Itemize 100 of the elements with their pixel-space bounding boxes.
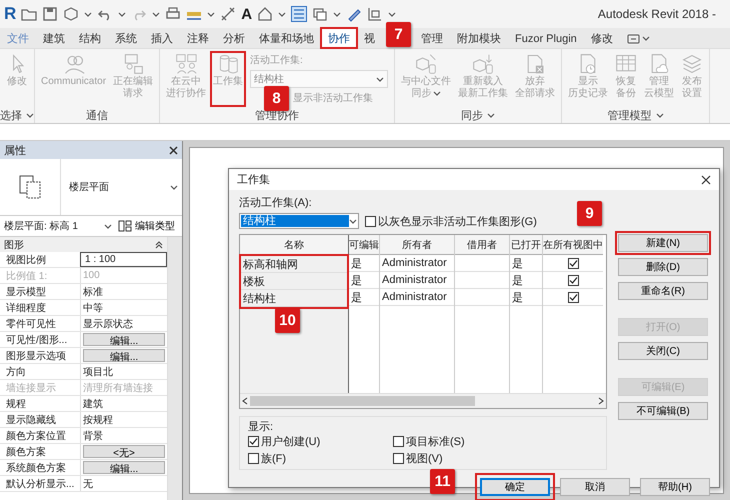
- table-cell: Administrator: [380, 255, 454, 272]
- ribbon-tab[interactable]: 分析: [216, 28, 252, 48]
- dialog-button[interactable]: 重命名(R): [618, 282, 708, 300]
- checkbox-label: 显示非活动工作集: [293, 92, 374, 105]
- edit-button[interactable]: 编辑...: [83, 349, 165, 362]
- checkbox[interactable]: [248, 453, 259, 464]
- property-name: 详细程度: [5, 302, 47, 315]
- checkbox[interactable]: [365, 216, 376, 226]
- ribbon-tab[interactable]: 插入: [144, 28, 180, 48]
- panel-title-button[interactable]: 通信: [86, 108, 108, 122]
- property-name: 比例值 1:: [5, 270, 48, 283]
- callout-badge: 8: [264, 86, 290, 111]
- table-cell: 是: [349, 272, 379, 289]
- column-header[interactable]: 已打开: [510, 235, 542, 255]
- panel-title-button[interactable]: 管理模型: [608, 108, 664, 122]
- two-people-icon: [62, 53, 85, 75]
- ribbon-tab[interactable]: 视: [357, 28, 382, 48]
- people-monitor-icon: [175, 53, 198, 75]
- windows-icon[interactable]: [312, 6, 328, 22]
- column-header[interactable]: 名称: [240, 235, 348, 255]
- floor-plan-icon: [18, 174, 42, 200]
- panel-title-button[interactable]: 同步: [461, 108, 496, 122]
- panel-title: 属性: [4, 144, 26, 158]
- ribbon-tab[interactable]: 建筑: [36, 28, 72, 48]
- dialog-button[interactable]: 不可编辑(B): [618, 402, 708, 420]
- panel-title-button[interactable]: 选择: [0, 108, 34, 122]
- text-tool-button[interactable]: A: [241, 6, 252, 22]
- ribbon-tab[interactable]: 协作: [321, 28, 357, 48]
- ribbon-tab[interactable]: 附加模块: [450, 28, 508, 48]
- caret-icon: [656, 112, 664, 118]
- thin-lines-icon[interactable]: [291, 6, 308, 22]
- edit-type-button[interactable]: 编辑类型: [118, 219, 175, 233]
- field-label: 活动工作集:: [250, 54, 304, 67]
- column-header[interactable]: 借用者: [455, 235, 509, 255]
- app-logo[interactable]: R: [4, 4, 16, 24]
- ribbon-tab[interactable]: Fuzor Plugin: [508, 28, 584, 48]
- scroll-right-icon[interactable]: [598, 397, 604, 405]
- checkbox[interactable]: [568, 292, 578, 302]
- tile-windows-icon[interactable]: [367, 6, 384, 22]
- edit-button[interactable]: 编辑...: [83, 333, 165, 346]
- property-name: 墙连接显示: [5, 382, 57, 395]
- house-icon[interactable]: [257, 6, 274, 22]
- ribbon-tab[interactable]: 结构: [72, 28, 108, 48]
- table-cell: Administrator: [380, 289, 454, 306]
- cube-down-arrow-icon: [472, 53, 494, 75]
- group-header[interactable]: 图形: [0, 237, 167, 252]
- ribbon-tab[interactable]: 注释: [180, 28, 216, 48]
- checkbox[interactable]: [393, 436, 404, 447]
- callout-badge: 7: [386, 22, 411, 47]
- save-icon[interactable]: [42, 6, 58, 22]
- column-header[interactable]: 可编辑: [349, 235, 379, 255]
- caret-icon: [152, 10, 160, 18]
- grid-icon: [118, 220, 132, 232]
- property-input[interactable]: 1 : 100: [80, 252, 167, 267]
- close-icon[interactable]: [701, 174, 711, 184]
- close-icon[interactable]: [169, 146, 178, 154]
- edit-button[interactable]: <无>: [83, 445, 165, 458]
- table-cell: 是: [349, 289, 379, 306]
- dialog-button[interactable]: 关闭(C): [618, 342, 708, 360]
- column-header[interactable]: 所有者: [380, 235, 454, 255]
- checkbox-label: 用户创建(U): [261, 434, 320, 449]
- property-name: 显示模型: [5, 286, 47, 299]
- property-name: 零件可见性: [5, 318, 57, 331]
- column-header[interactable]: 在所有视图中: [543, 235, 603, 255]
- dialog-button[interactable]: 帮助(H): [640, 478, 710, 496]
- dimension-icon[interactable]: [220, 6, 236, 22]
- checkbox[interactable]: [248, 436, 259, 447]
- dialog-button[interactable]: 删除(D): [618, 258, 708, 276]
- caret-icon: [349, 218, 357, 224]
- property-name: 方向: [5, 366, 27, 379]
- scroll-left-icon[interactable]: [242, 397, 248, 405]
- table-cell: 是: [510, 272, 542, 289]
- table-cell[interactable]: 标高和轴网: [241, 256, 347, 273]
- collapse-icon: [155, 240, 163, 248]
- checkbox-label: 族(F): [261, 452, 286, 466]
- ribbon-tab[interactable]: 体量和场地: [252, 28, 321, 48]
- caret-icon: [388, 10, 396, 18]
- ribbon-tab[interactable]: 管理: [414, 28, 450, 48]
- caret-icon: [207, 10, 216, 18]
- ribbon-tab[interactable]: 修改: [584, 28, 620, 48]
- ribbon-tab[interactable]: 系统: [108, 28, 144, 48]
- checkbox-label: 视图(V): [406, 452, 443, 466]
- dialog-button[interactable]: 确定: [480, 478, 550, 496]
- field-label: 活动工作集(A):: [239, 196, 313, 210]
- checkbox[interactable]: [393, 453, 404, 464]
- table-cell[interactable]: 结构柱: [241, 290, 347, 307]
- instance-dropdown[interactable]: 楼层平面: 标高 1: [2, 218, 114, 234]
- horizontal-scrollbar[interactable]: [240, 393, 606, 408]
- table-cell[interactable]: 楼板: [241, 273, 347, 290]
- workset-dropdown[interactable]: 结构柱: [239, 213, 359, 229]
- edit-button[interactable]: 编辑...: [83, 461, 165, 474]
- checkbox[interactable]: [568, 274, 578, 286]
- caret-icon: [84, 10, 92, 18]
- scrollbar[interactable]: [167, 237, 182, 500]
- dialog-button[interactable]: 新建(N): [618, 234, 708, 252]
- property-name: 视图比例: [5, 254, 47, 267]
- dialog-title: 工作集: [237, 173, 270, 187]
- checkbox[interactable]: [568, 258, 578, 268]
- dialog-button[interactable]: 取消: [560, 478, 630, 496]
- table-cell: Administrator: [380, 272, 454, 289]
